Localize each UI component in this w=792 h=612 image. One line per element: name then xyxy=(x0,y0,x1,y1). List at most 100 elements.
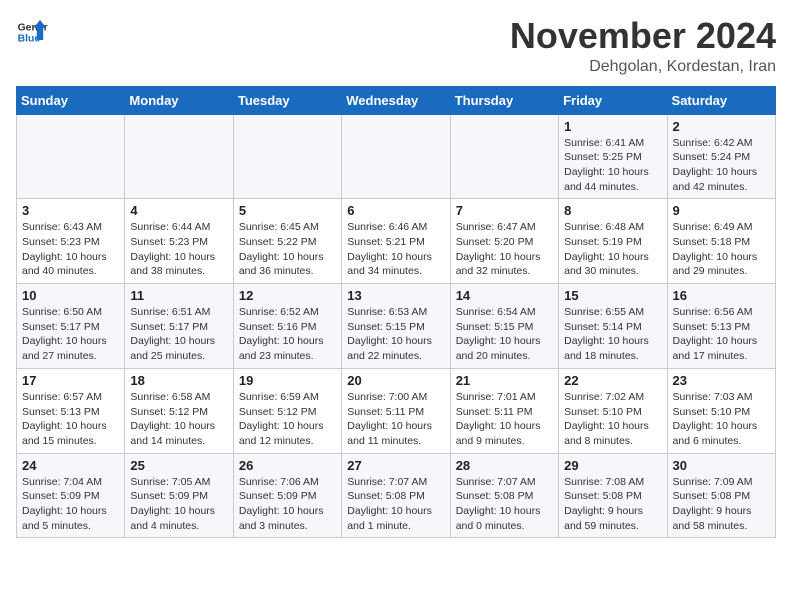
weekday-header: Thursday xyxy=(450,86,558,114)
calendar-cell: 18 Sunrise: 6:58 AM Sunset: 5:12 PM Dayli… xyxy=(125,368,233,453)
day-info: Sunrise: 6:59 AM Sunset: 5:12 PM Dayligh… xyxy=(239,390,336,449)
day-info: Sunrise: 6:50 AM Sunset: 5:17 PM Dayligh… xyxy=(22,305,119,364)
day-number: 20 xyxy=(347,373,444,388)
calendar-cell: 26 Sunrise: 7:06 AM Sunset: 5:09 PM Dayli… xyxy=(233,453,341,538)
day-number: 17 xyxy=(22,373,119,388)
day-number: 18 xyxy=(130,373,227,388)
day-number: 26 xyxy=(239,458,336,473)
month-title: November 2024 xyxy=(510,16,776,56)
calendar-cell: 5 Sunrise: 6:45 AM Sunset: 5:22 PM Daylig… xyxy=(233,199,341,284)
day-number: 9 xyxy=(673,203,770,218)
calendar-cell xyxy=(125,114,233,199)
day-info: Sunrise: 6:49 AM Sunset: 5:18 PM Dayligh… xyxy=(673,220,770,279)
day-info: Sunrise: 6:57 AM Sunset: 5:13 PM Dayligh… xyxy=(22,390,119,449)
calendar-cell: 27 Sunrise: 7:07 AM Sunset: 5:08 PM Dayli… xyxy=(342,453,450,538)
calendar-cell: 29 Sunrise: 7:08 AM Sunset: 5:08 PM Dayli… xyxy=(559,453,667,538)
calendar-cell xyxy=(17,114,125,199)
day-number: 21 xyxy=(456,373,553,388)
day-number: 1 xyxy=(564,119,661,134)
calendar-cell: 6Sunrise: 6:46 AM Sunset: 5:21 PM Daylig… xyxy=(342,199,450,284)
weekday-header: Friday xyxy=(559,86,667,114)
calendar-cell: 7Sunrise: 6:47 AM Sunset: 5:20 PM Daylig… xyxy=(450,199,558,284)
calendar-cell: 15 Sunrise: 6:55 AM Sunset: 5:14 PM Dayli… xyxy=(559,284,667,369)
calendar-cell: 2 Sunrise: 6:42 AM Sunset: 5:24 PM Daylig… xyxy=(667,114,775,199)
calendar-cell: 30 Sunrise: 7:09 AM Sunset: 5:08 PM Dayli… xyxy=(667,453,775,538)
day-number: 2 xyxy=(673,119,770,134)
logo: General Blue xyxy=(16,16,48,48)
calendar-cell: 13 Sunrise: 6:53 AM Sunset: 5:15 PM Dayli… xyxy=(342,284,450,369)
day-number: 29 xyxy=(564,458,661,473)
calendar-cell: 19 Sunrise: 6:59 AM Sunset: 5:12 PM Dayli… xyxy=(233,368,341,453)
day-info: Sunrise: 6:44 AM Sunset: 5:23 PM Dayligh… xyxy=(130,220,227,279)
day-number: 10 xyxy=(22,288,119,303)
day-number: 5 xyxy=(239,203,336,218)
day-number: 30 xyxy=(673,458,770,473)
day-number: 12 xyxy=(239,288,336,303)
day-info: Sunrise: 6:47 AM Sunset: 5:20 PM Dayligh… xyxy=(456,220,553,279)
day-info: Sunrise: 7:07 AM Sunset: 5:08 PM Dayligh… xyxy=(347,475,444,534)
day-info: Sunrise: 7:01 AM Sunset: 5:11 PM Dayligh… xyxy=(456,390,553,449)
day-info: Sunrise: 6:58 AM Sunset: 5:12 PM Dayligh… xyxy=(130,390,227,449)
day-number: 19 xyxy=(239,373,336,388)
weekday-header: Monday xyxy=(125,86,233,114)
day-info: Sunrise: 6:46 AM Sunset: 5:21 PM Dayligh… xyxy=(347,220,444,279)
day-number: 25 xyxy=(130,458,227,473)
day-info: Sunrise: 6:53 AM Sunset: 5:15 PM Dayligh… xyxy=(347,305,444,364)
weekday-header: Tuesday xyxy=(233,86,341,114)
calendar-cell xyxy=(450,114,558,199)
day-info: Sunrise: 7:07 AM Sunset: 5:08 PM Dayligh… xyxy=(456,475,553,534)
day-info: Sunrise: 7:03 AM Sunset: 5:10 PM Dayligh… xyxy=(673,390,770,449)
day-info: Sunrise: 6:45 AM Sunset: 5:22 PM Dayligh… xyxy=(239,220,336,279)
title-block: November 2024 Dehgolan, Kordestan, Iran xyxy=(510,16,776,76)
calendar-cell: 10 Sunrise: 6:50 AM Sunset: 5:17 PM Dayli… xyxy=(17,284,125,369)
calendar-cell: 8 Sunrise: 6:48 AM Sunset: 5:19 PM Daylig… xyxy=(559,199,667,284)
calendar-week-row: 24Sunrise: 7:04 AM Sunset: 5:09 PM Dayli… xyxy=(17,453,776,538)
day-info: Sunrise: 7:06 AM Sunset: 5:09 PM Dayligh… xyxy=(239,475,336,534)
calendar-cell: 9 Sunrise: 6:49 AM Sunset: 5:18 PM Daylig… xyxy=(667,199,775,284)
day-number: 27 xyxy=(347,458,444,473)
day-info: Sunrise: 6:55 AM Sunset: 5:14 PM Dayligh… xyxy=(564,305,661,364)
weekday-header-row: SundayMondayTuesdayWednesdayThursdayFrid… xyxy=(17,86,776,114)
calendar-cell: 4 Sunrise: 6:44 AM Sunset: 5:23 PM Daylig… xyxy=(125,199,233,284)
day-number: 16 xyxy=(673,288,770,303)
calendar-cell xyxy=(342,114,450,199)
calendar-cell xyxy=(233,114,341,199)
calendar-week-row: 10 Sunrise: 6:50 AM Sunset: 5:17 PM Dayli… xyxy=(17,284,776,369)
calendar-cell: 16 Sunrise: 6:56 AM Sunset: 5:13 PM Dayli… xyxy=(667,284,775,369)
calendar-week-row: 17 Sunrise: 6:57 AM Sunset: 5:13 PM Dayli… xyxy=(17,368,776,453)
day-info: Sunrise: 6:42 AM Sunset: 5:24 PM Dayligh… xyxy=(673,136,770,195)
calendar-week-row: 1Sunrise: 6:41 AM Sunset: 5:25 PM Daylig… xyxy=(17,114,776,199)
day-number: 8 xyxy=(564,203,661,218)
page-header: General Blue November 2024 Dehgolan, Kor… xyxy=(16,16,776,76)
weekday-header: Wednesday xyxy=(342,86,450,114)
day-number: 23 xyxy=(673,373,770,388)
calendar-cell: 20Sunrise: 7:00 AM Sunset: 5:11 PM Dayli… xyxy=(342,368,450,453)
day-info: Sunrise: 6:56 AM Sunset: 5:13 PM Dayligh… xyxy=(673,305,770,364)
day-number: 3 xyxy=(22,203,119,218)
location: Dehgolan, Kordestan, Iran xyxy=(510,58,776,76)
day-info: Sunrise: 7:08 AM Sunset: 5:08 PM Dayligh… xyxy=(564,475,661,534)
day-info: Sunrise: 7:09 AM Sunset: 5:08 PM Dayligh… xyxy=(673,475,770,534)
day-number: 4 xyxy=(130,203,227,218)
day-info: Sunrise: 6:43 AM Sunset: 5:23 PM Dayligh… xyxy=(22,220,119,279)
weekday-header: Sunday xyxy=(17,86,125,114)
day-info: Sunrise: 6:48 AM Sunset: 5:19 PM Dayligh… xyxy=(564,220,661,279)
day-number: 15 xyxy=(564,288,661,303)
day-number: 11 xyxy=(130,288,227,303)
calendar-cell: 3 Sunrise: 6:43 AM Sunset: 5:23 PM Daylig… xyxy=(17,199,125,284)
day-info: Sunrise: 7:02 AM Sunset: 5:10 PM Dayligh… xyxy=(564,390,661,449)
day-info: Sunrise: 7:05 AM Sunset: 5:09 PM Dayligh… xyxy=(130,475,227,534)
day-number: 13 xyxy=(347,288,444,303)
logo-icon: General Blue xyxy=(16,16,48,48)
calendar-cell: 14Sunrise: 6:54 AM Sunset: 5:15 PM Dayli… xyxy=(450,284,558,369)
day-info: Sunrise: 6:54 AM Sunset: 5:15 PM Dayligh… xyxy=(456,305,553,364)
day-info: Sunrise: 7:04 AM Sunset: 5:09 PM Dayligh… xyxy=(22,475,119,534)
calendar-cell: 1Sunrise: 6:41 AM Sunset: 5:25 PM Daylig… xyxy=(559,114,667,199)
calendar-cell: 23 Sunrise: 7:03 AM Sunset: 5:10 PM Dayli… xyxy=(667,368,775,453)
calendar-cell: 25 Sunrise: 7:05 AM Sunset: 5:09 PM Dayli… xyxy=(125,453,233,538)
calendar-table: SundayMondayTuesdayWednesdayThursdayFrid… xyxy=(16,86,776,539)
calendar-cell: 12Sunrise: 6:52 AM Sunset: 5:16 PM Dayli… xyxy=(233,284,341,369)
day-number: 22 xyxy=(564,373,661,388)
day-info: Sunrise: 6:51 AM Sunset: 5:17 PM Dayligh… xyxy=(130,305,227,364)
calendar-week-row: 3 Sunrise: 6:43 AM Sunset: 5:23 PM Daylig… xyxy=(17,199,776,284)
